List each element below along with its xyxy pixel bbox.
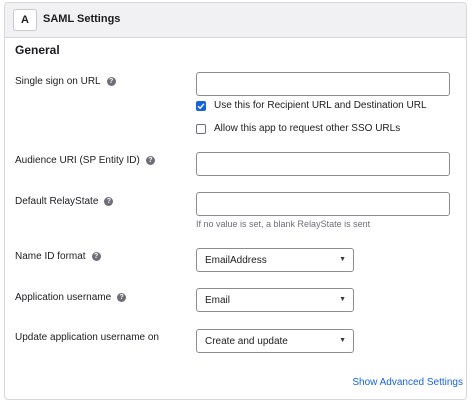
recipient-url-checkbox[interactable] (196, 100, 206, 111)
other-sso-checkbox-row[interactable]: Allow this app to request other SSO URLs (196, 123, 400, 134)
help-icon[interactable]: ? (106, 77, 116, 86)
other-sso-checkbox-label: Allow this app to request other SSO URLs (214, 123, 401, 134)
checkmark-icon (197, 102, 205, 109)
update-username-label: Update application username on (15, 332, 159, 343)
app-username-select[interactable]: Email ▼ (196, 288, 354, 312)
relay-state-label-text: Default RelayState (15, 196, 99, 207)
caret-down-icon: ▼ (339, 296, 346, 303)
name-id-format-select[interactable]: EmailAddress ▼ (196, 248, 354, 272)
update-username-select[interactable]: Create and update ▼ (196, 329, 354, 353)
panel-title: SAML Settings (43, 13, 121, 25)
sso-url-label-text: Single sign on URL (15, 76, 101, 87)
recipient-url-checkbox-label: Use this for Recipient URL and Destinati… (214, 100, 427, 111)
show-advanced-settings-link[interactable]: Show Advanced Settings (352, 377, 463, 388)
relay-state-label: Default RelayState ? (15, 196, 114, 207)
help-icon[interactable]: ? (91, 252, 101, 261)
audience-uri-label: Audience URI (SP Entity ID) ? (15, 155, 155, 166)
audience-uri-input[interactable] (196, 152, 450, 176)
name-id-format-label-text: Name ID format (15, 251, 86, 262)
help-icon[interactable]: ? (104, 197, 114, 206)
relay-state-hint: If no value is set, a blank RelayState i… (196, 219, 371, 229)
update-username-value: Create and update (205, 335, 288, 347)
sso-url-label: Single sign on URL ? (15, 76, 116, 87)
sso-url-input[interactable] (196, 72, 450, 96)
caret-down-icon: ▼ (339, 256, 346, 263)
help-icon[interactable]: ? (145, 156, 155, 165)
caret-down-icon: ▼ (339, 337, 346, 344)
app-username-label: Application username ? (15, 292, 127, 303)
section-title-general: General (15, 43, 60, 57)
relay-state-input[interactable] (196, 192, 450, 216)
name-id-format-value: EmailAddress (205, 254, 267, 266)
name-id-format-label: Name ID format ? (15, 251, 101, 262)
step-badge: A (13, 9, 37, 31)
panel-header: A SAML Settings (5, 3, 466, 38)
recipient-url-checkbox-row[interactable]: Use this for Recipient URL and Destinati… (196, 100, 427, 111)
other-sso-checkbox[interactable] (196, 123, 206, 134)
app-username-label-text: Application username (15, 292, 112, 303)
audience-uri-label-text: Audience URI (SP Entity ID) (15, 155, 140, 166)
update-username-label-text: Update application username on (15, 332, 159, 343)
help-icon[interactable]: ? (117, 293, 127, 302)
app-username-value: Email (205, 294, 231, 306)
